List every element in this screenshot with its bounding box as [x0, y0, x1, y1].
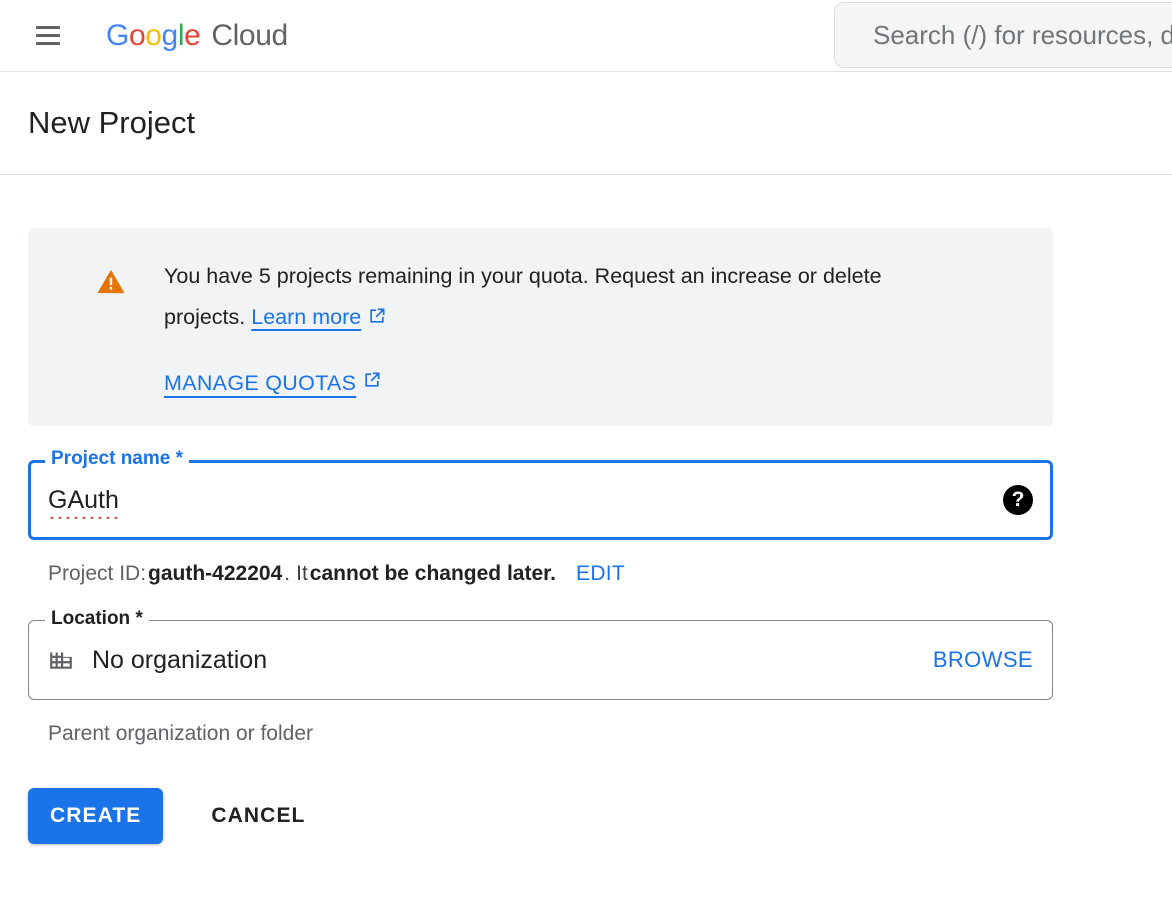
logo-letter-g2: g — [161, 18, 179, 52]
manage-quotas-label: MANAGE QUOTAS — [164, 370, 357, 395]
project-id-emphasis: cannot be changed later. — [309, 562, 557, 585]
project-name-value[interactable]: GAuth — [48, 486, 119, 519]
external-link-icon — [362, 370, 382, 396]
logo-letter-g: G — [106, 18, 129, 52]
form-actions: CREATE CANCEL — [28, 788, 1172, 844]
quota-warning-banner: You have 5 projects remaining in your qu… — [28, 228, 1053, 426]
location-input-box[interactable]: No organization BROWSE — [28, 620, 1053, 700]
location-hint: Parent organization or folder — [48, 722, 313, 745]
google-cloud-logo[interactable]: Google Cloud — [106, 19, 288, 53]
location-field[interactable]: Location * No organization BROWSE — [28, 608, 1053, 700]
location-value: No organization — [92, 645, 268, 674]
project-id-prefix: Project ID: — [48, 562, 147, 585]
learn-more-link[interactable]: Learn more — [251, 305, 361, 329]
browse-button[interactable]: BROWSE — [933, 647, 1033, 673]
logo-letter-o1: o — [128, 18, 146, 52]
page-title: New Project — [28, 105, 196, 140]
hamburger-menu-icon[interactable] — [24, 12, 72, 60]
hamburger-bar — [36, 42, 60, 45]
global-search-box[interactable] — [834, 2, 1172, 68]
help-question-icon[interactable]: ? — [1003, 485, 1033, 515]
page-title-bar: New Project — [0, 72, 1172, 175]
top-app-bar: Google Cloud — [0, 0, 1172, 72]
logo-letter-o2: o — [145, 18, 162, 52]
project-name-label: Project name * — [45, 448, 189, 470]
logo-letter-e: e — [184, 18, 201, 52]
project-id-period: . — [284, 562, 291, 585]
edit-project-id-button[interactable]: EDIT — [576, 562, 625, 586]
project-id-it: It — [296, 562, 308, 585]
quota-banner-body: You have 5 projects remaining in your qu… — [164, 256, 1025, 396]
project-id-hint: Project ID: gauth-422204 . It cannot be … — [28, 562, 1172, 586]
cancel-button[interactable]: CANCEL — [189, 788, 327, 844]
external-link-icon — [367, 299, 387, 340]
create-button[interactable]: CREATE — [28, 788, 164, 844]
project-name-field[interactable]: Project name * GAuth ? — [28, 448, 1053, 540]
logo-word-cloud: Cloud — [211, 18, 288, 52]
organization-building-icon — [48, 646, 74, 677]
manage-quotas-link[interactable]: MANAGE QUOTAS — [164, 370, 382, 396]
quota-banner-text: You have 5 projects remaining in your qu… — [164, 256, 964, 340]
warning-triangle-icon — [96, 268, 126, 300]
project-id-value: gauth-422204 — [148, 562, 283, 585]
hamburger-bar — [36, 34, 60, 37]
search-input[interactable] — [873, 19, 1172, 51]
location-label: Location * — [45, 608, 149, 630]
hamburger-bar — [36, 26, 60, 29]
project-name-input-box[interactable]: GAuth ? — [28, 460, 1053, 540]
page-content: You have 5 projects remaining in your qu… — [0, 175, 1172, 844]
